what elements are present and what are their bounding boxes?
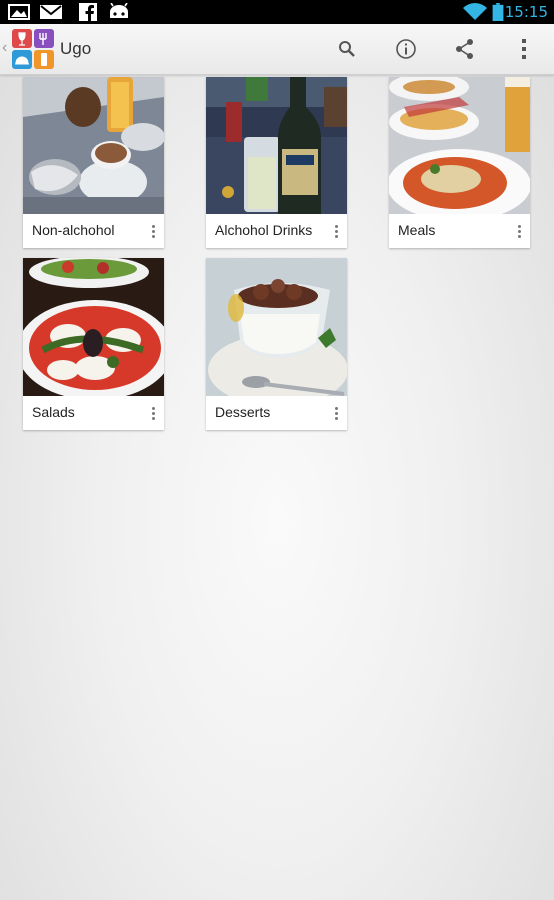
caprese-salad-photo xyxy=(23,258,164,396)
card-overflow-icon[interactable] xyxy=(329,220,343,242)
card-overflow-icon[interactable] xyxy=(512,220,526,242)
card-caption: Desserts xyxy=(206,396,347,430)
category-card-non-alchohol[interactable]: Non-alchohol xyxy=(23,77,164,248)
category-label: Alchohol Drinks xyxy=(215,222,313,238)
card-caption: Alchohol Drinks xyxy=(206,214,347,248)
app-logo-icon[interactable] xyxy=(12,29,54,69)
category-label: Desserts xyxy=(215,404,271,420)
app-title: Ugo xyxy=(60,39,92,58)
pasta-plate-photo xyxy=(389,77,530,214)
overflow-menu-icon xyxy=(522,39,526,59)
search-button[interactable] xyxy=(329,32,365,66)
coffee-and-juice-photo xyxy=(23,77,164,214)
info-button[interactable] xyxy=(388,32,424,66)
category-label: Meals xyxy=(398,222,436,238)
overflow-menu-button[interactable] xyxy=(506,32,542,66)
category-card-desserts[interactable]: Desserts xyxy=(206,258,347,430)
share-icon xyxy=(456,39,473,59)
category-card-salads[interactable]: Salads xyxy=(23,258,164,430)
card-caption: Meals xyxy=(389,214,530,248)
card-overflow-icon[interactable] xyxy=(146,220,160,242)
share-button[interactable] xyxy=(447,32,483,66)
category-grid: Non-alchohol Alchohol Drinks Meals Salad… xyxy=(0,0,554,900)
category-label: Salads xyxy=(32,404,75,420)
dessert-cup-photo xyxy=(206,258,347,396)
info-icon xyxy=(396,39,416,59)
card-caption: Non-alchohol xyxy=(23,214,164,248)
category-card-alchohol-drinks[interactable]: Alchohol Drinks xyxy=(206,77,347,248)
beer-bottle-photo xyxy=(206,77,347,214)
card-overflow-icon[interactable] xyxy=(146,402,160,424)
category-card-meals[interactable]: Meals xyxy=(389,77,530,248)
action-bar: ‹ Ugo xyxy=(0,24,554,75)
card-caption: Salads xyxy=(23,396,164,430)
category-label: Non-alchohol xyxy=(32,222,115,238)
card-overflow-icon[interactable] xyxy=(329,402,343,424)
up-indicator-icon[interactable]: ‹ xyxy=(2,39,7,57)
search-icon xyxy=(339,41,355,57)
